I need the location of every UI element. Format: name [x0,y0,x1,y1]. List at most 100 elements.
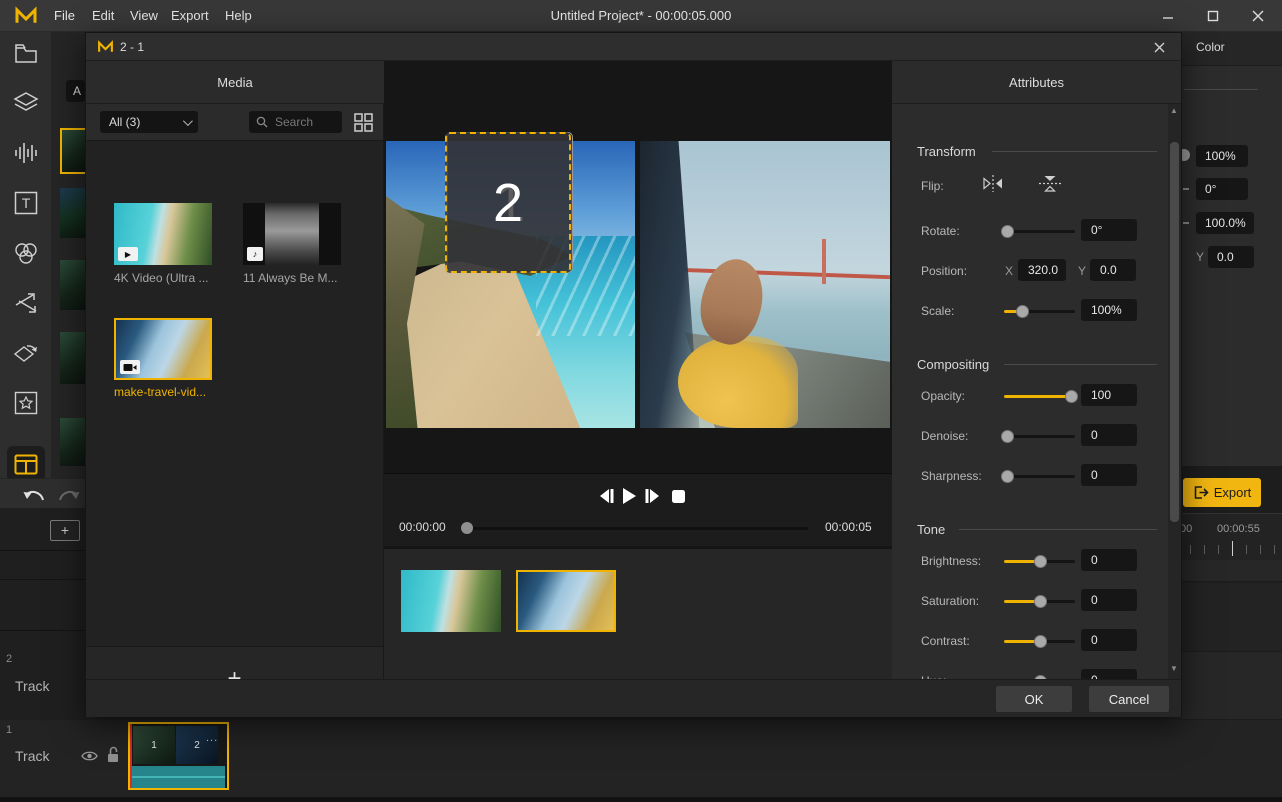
flip-vertical-icon[interactable] [1039,174,1061,193]
export-button[interactable]: Export [1183,478,1261,507]
timeline-row-fringe [1182,583,1282,652]
compositing-section-title: Compositing [917,357,989,372]
sharpness-value[interactable]: 0 [1081,464,1137,486]
sidebar-item-text[interactable]: T [13,190,39,216]
media-toolbar: All (3) [86,104,383,141]
svg-text:T: T [22,195,31,211]
media-item-1-name: 4K Video (Ultra ... [114,271,214,285]
media-item-video-1[interactable]: ▶ [114,203,212,265]
position-x-label: X [1005,264,1013,278]
saturation-slider[interactable] [1004,600,1075,603]
timeline-row-fringe [1182,560,1282,582]
opacity-value[interactable]: 100 [1081,384,1137,406]
sidebar-item-effects[interactable] [13,390,39,416]
scale-value[interactable]: 100% [1081,299,1137,321]
export-label: Export [1214,485,1252,500]
next-frame-button[interactable] [641,487,663,505]
scrollbar-thumb[interactable] [1170,142,1179,522]
flip-horizontal-icon[interactable] [982,175,1004,192]
opacity-slider[interactable] [1004,395,1075,398]
split-screen-editor-dialog: 2 - 1 Media Attributes All (3) [85,32,1182,717]
stop-button[interactable] [667,487,689,505]
scale-slider[interactable] [1004,310,1075,313]
ok-button[interactable]: OK [996,686,1072,712]
dialog-titlebar[interactable]: 2 - 1 [86,33,1181,61]
tone-section-title: Tone [917,522,945,537]
close-window-button[interactable] [1242,4,1274,28]
sidebar-item-filters[interactable] [13,240,39,266]
sharpness-slider[interactable] [1004,475,1075,478]
seek-slider[interactable] [462,527,808,530]
seek-knob[interactable] [461,522,473,534]
play-button[interactable] [618,487,640,505]
minimize-button[interactable] [1152,4,1184,28]
bg-rotate-value[interactable]: 0° [1196,178,1248,200]
denoise-value[interactable]: 0 [1081,424,1137,446]
media-filter-value: All (3) [109,115,140,129]
brightness-slider[interactable] [1004,560,1075,563]
dialog-logo-icon [97,40,114,54]
sidebar-item-transform[interactable] [13,340,39,366]
scroll-up-icon[interactable]: ▲ [1170,106,1178,115]
contrast-value[interactable]: 0 [1081,629,1137,651]
background-media-panel-strip: A [52,32,85,478]
brightness-value[interactable]: 0 [1081,549,1137,571]
maximize-icon [1207,10,1219,22]
export-icon [1193,485,1209,500]
position-x-input[interactable] [1018,259,1066,281]
clip-menu-dots[interactable]: ... [206,732,218,744]
search-input[interactable] [273,112,337,132]
media-item-audio[interactable]: ♪ [243,203,341,265]
rotate-slider[interactable] [1004,230,1075,233]
redo-icon[interactable] [57,484,83,504]
star-box-icon [14,391,38,415]
track-1-number: 1 [6,724,12,736]
dialog-close-button[interactable] [1146,37,1172,57]
position-y-input[interactable] [1090,259,1136,281]
tab-color[interactable]: Color [1196,40,1225,54]
contrast-slider[interactable] [1004,640,1075,643]
search-box[interactable] [249,111,342,133]
previous-frame-button[interactable] [595,487,617,505]
strip-thumbnail-2-selected[interactable] [516,570,616,632]
grid-view-icon[interactable] [354,113,373,132]
sidebar-item-media[interactable] [13,40,39,66]
track-lock-icon[interactable] [106,746,120,763]
bg-y-value[interactable]: 0.0 [1208,246,1254,268]
track-visibility-eye-icon[interactable] [81,750,98,762]
bg-scale-value[interactable]: 100.0% [1196,212,1254,234]
media-panel: All (3) ▶ 4K Video (Ultra ... [86,104,384,679]
sidebar-item-audio[interactable] [13,140,39,166]
video-badge-icon [120,360,140,374]
saturation-label: Saturation: [921,594,979,608]
contrast-label: Contrast: [921,634,970,648]
add-track-button[interactable]: + [50,520,80,541]
rotate-value[interactable]: 0° [1081,219,1137,241]
waveform-icon [13,141,39,165]
media-item-video-selected[interactable] [114,318,212,380]
attributes-scrollbar[interactable]: ▲ ▼ [1168,104,1181,679]
music-badge-icon: ♪ [247,247,263,261]
scroll-down-icon[interactable]: ▼ [1170,664,1178,673]
undo-icon[interactable] [20,484,46,504]
timeline-clip[interactable]: 1 2 ... [128,722,229,790]
background-thumbnail [60,128,85,174]
window-title: Untitled Project* - 00:00:05.000 [0,0,1282,32]
media-filter-dropdown[interactable]: All (3) [100,111,198,133]
rotate-label: Rotate: [921,224,960,238]
media-panel-title: Media [217,75,252,90]
sidebar-item-transitions[interactable] [13,290,39,316]
cancel-button[interactable]: Cancel [1089,686,1169,712]
preview-time-current: 00:00:00 [399,520,446,534]
saturation-value[interactable]: 0 [1081,589,1137,611]
strip-thumbnail-1[interactable] [401,570,501,632]
layers-icon [13,91,39,115]
maximize-button[interactable] [1197,4,1229,28]
ruler-label-right: 00:00:55 [1217,523,1260,535]
denoise-slider[interactable] [1004,435,1075,438]
bg-opacity-value[interactable]: 100% [1196,145,1248,167]
play-icon [622,488,636,504]
color-circles-icon [13,241,39,265]
split-region-2-selected[interactable]: 2 [445,132,571,273]
sidebar-item-layers[interactable] [13,90,39,116]
